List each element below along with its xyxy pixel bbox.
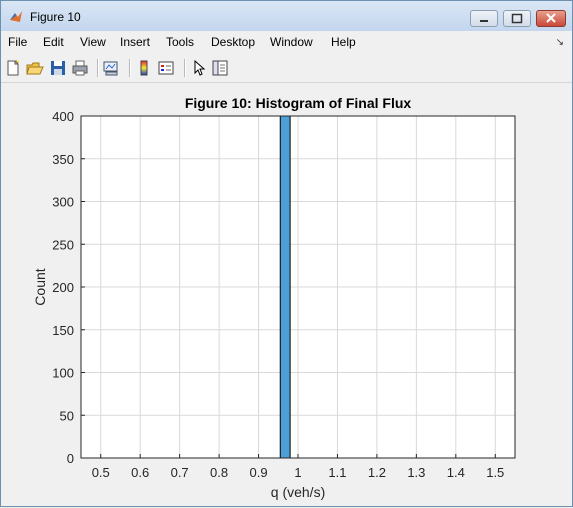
menu-bar: File Edit View Insert Tools Desktop Wind… (1, 31, 572, 53)
y-tick-label: 100 (52, 366, 74, 381)
y-tick-label: 250 (52, 237, 74, 252)
y-tick-label: 50 (60, 408, 74, 423)
maximize-icon (511, 13, 523, 24)
x-tick-label: 1.2 (368, 465, 386, 480)
y-tick-label: 300 (52, 195, 74, 210)
histogram-chart: 0.5 0.6 0.7 0.8 0.9 1 1.1 1.2 1.3 1.4 1.5 0 50 100 15… (32, 95, 516, 500)
toolbar-separator (97, 59, 99, 77)
y-tick-label: 200 (52, 280, 74, 295)
y-tick-label: 0 (67, 451, 74, 466)
x-tick-label: 1 (294, 465, 301, 480)
minimize-button[interactable] (470, 10, 498, 27)
x-tick-label: 0.8 (210, 465, 228, 480)
pointer-icon[interactable] (190, 59, 208, 77)
y-axis-label: Count (32, 268, 48, 305)
toolbar (1, 54, 572, 83)
menu-view[interactable]: View (80, 35, 106, 49)
property-editor-icon[interactable] (211, 59, 229, 77)
figure-canvas: 0.5 0.6 0.7 0.8 0.9 1 1.1 1.2 1.3 1.4 1.5 0 50 100 15… (8, 83, 566, 503)
bar-group (279, 115, 291, 459)
x-tick-label: 1.5 (486, 465, 504, 480)
chart-title: Figure 10: Histogram of Final Flux (185, 95, 412, 111)
menu-window[interactable]: Window (270, 35, 313, 49)
title-bar[interactable]: Figure 10 (1, 1, 572, 31)
menu-tools[interactable]: Tools (166, 35, 194, 49)
matlab-icon (10, 11, 22, 22)
print-icon[interactable] (71, 59, 89, 77)
y-tick-label: 150 (52, 323, 74, 338)
x-axis-label: q (veh/s) (271, 484, 325, 500)
y-tick-label: 400 (52, 109, 74, 124)
toolbar-separator (129, 59, 131, 77)
maximize-button[interactable] (503, 10, 531, 27)
menu-help[interactable]: Help (331, 35, 356, 49)
y-axis: 0 50 100 150 200 250 300 350 400 (52, 109, 85, 466)
minimize-icon (480, 20, 488, 22)
figure-window: Figure 10 File Edit View Insert Tools De… (0, 0, 573, 507)
x-tick-label: 0.6 (131, 465, 149, 480)
dock-arrow-icon[interactable]: ↘ (556, 37, 564, 48)
menu-edit[interactable]: Edit (43, 35, 64, 49)
x-tick-label: 1.4 (447, 465, 465, 480)
y-tick-label: 350 (52, 152, 74, 167)
new-figure-icon[interactable] (4, 59, 22, 77)
x-tick-label: 0.7 (171, 465, 189, 480)
menu-desktop[interactable]: Desktop (211, 35, 255, 49)
window-title: Figure 10 (30, 10, 81, 24)
x-tick-label: 1.3 (407, 465, 425, 480)
save-icon[interactable] (49, 59, 67, 77)
x-tick-label: 0.9 (250, 465, 268, 480)
menu-insert[interactable]: Insert (120, 35, 150, 49)
menu-file[interactable]: File (8, 35, 27, 49)
x-tick-label: 0.5 (92, 465, 110, 480)
colorbar-icon[interactable] (135, 59, 153, 77)
link-plot-icon[interactable] (102, 59, 120, 77)
legend-icon[interactable] (157, 59, 175, 77)
histogram-bar (279, 115, 291, 459)
close-icon (546, 13, 556, 23)
close-button[interactable] (536, 10, 566, 27)
open-file-icon[interactable] (26, 59, 44, 77)
x-tick-label: 1.1 (328, 465, 346, 480)
toolbar-separator (184, 59, 186, 77)
